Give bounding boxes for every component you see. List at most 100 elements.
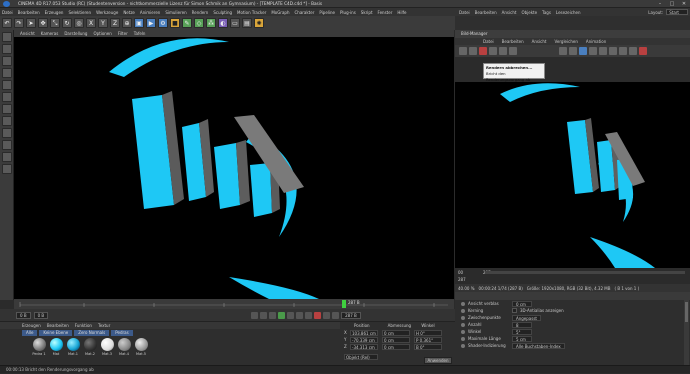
angle-p-field[interactable]: P 0.361°: [414, 336, 442, 343]
maximize-icon[interactable]: □: [666, 0, 678, 8]
menu-item[interactable]: Fenster: [378, 10, 393, 15]
deformer-icon[interactable]: ◐: [218, 18, 228, 28]
menu-item[interactable]: MoGraph: [271, 10, 289, 15]
material-menu-item[interactable]: Erzeugen: [22, 323, 41, 328]
menu-item[interactable]: Datei: [2, 10, 13, 15]
position-z-field[interactable]: -34.313 cm: [350, 343, 378, 350]
timeline-playhead[interactable]: [342, 300, 346, 308]
material-tab[interactable]: Zero Normals: [74, 329, 110, 336]
menu-item[interactable]: Skript: [361, 10, 373, 15]
material-swatch[interactable]: Pedra 1: [32, 338, 46, 356]
position-y-field[interactable]: -70.339 cm: [350, 336, 378, 343]
material-swatch[interactable]: Mat.2: [83, 338, 97, 356]
x-axis-icon[interactable]: X: [86, 18, 96, 28]
model-mode-icon[interactable]: [2, 44, 12, 54]
menu-item[interactable]: Plug-ins: [340, 10, 356, 15]
menu-item[interactable]: Netze: [123, 10, 135, 15]
compare-icon[interactable]: [509, 47, 517, 55]
viewport-menu-item[interactable]: Optionen: [93, 31, 111, 36]
object-menu-item[interactable]: Lesezeichen: [556, 10, 581, 15]
property-value[interactable]: 8: [512, 321, 532, 328]
menu-item[interactable]: Animieren: [140, 10, 160, 15]
go-end-icon[interactable]: [305, 311, 313, 319]
object-menu-item[interactable]: Objekte: [521, 10, 537, 15]
property-value[interactable]: Alle Buchstaben-Index: [512, 342, 565, 349]
material-swatch[interactable]: Mat: [49, 338, 63, 356]
material-swatch[interactable]: Mat.4: [117, 338, 131, 356]
coord-system-icon[interactable]: ⊕: [122, 18, 132, 28]
fit-icon[interactable]: [569, 47, 577, 55]
menu-item[interactable]: Bearbeiten: [18, 10, 40, 15]
start-frame-field[interactable]: 0 B: [16, 311, 31, 319]
size-x-field[interactable]: 0 cm: [382, 329, 410, 336]
property-value[interactable]: 5 cm: [512, 335, 532, 342]
render-settings-icon[interactable]: ⚙: [158, 18, 168, 28]
picture-viewer-timeline[interactable]: 00 287 287: [455, 268, 690, 284]
camera-icon[interactable]: ▤: [242, 18, 252, 28]
rotate-icon[interactable]: ↻: [62, 18, 72, 28]
menu-item[interactable]: Simulieren: [165, 10, 186, 15]
3d-viewport[interactable]: [14, 37, 454, 299]
menu-item[interactable]: Pipeline: [319, 10, 335, 15]
menu-item[interactable]: Werkzeuge: [96, 10, 118, 15]
render-icon[interactable]: [489, 47, 497, 55]
make-editable-icon[interactable]: [2, 32, 12, 42]
viewport-menu-item[interactable]: Filter: [118, 31, 128, 36]
y-axis-icon[interactable]: Y: [98, 18, 108, 28]
save-icon[interactable]: [469, 47, 477, 55]
material-swatch[interactable]: Mat.5: [134, 338, 148, 356]
menu-item[interactable]: Hilfe: [397, 10, 406, 15]
undo-icon[interactable]: ↶: [2, 18, 12, 28]
array-icon[interactable]: ⁂: [206, 18, 216, 28]
material-tab[interactable]: Pedras: [111, 329, 133, 336]
material-menu-item[interactable]: Funktion: [75, 323, 92, 328]
angle-h-field[interactable]: H 0°: [414, 329, 442, 336]
material-tab[interactable]: Alle: [22, 329, 38, 336]
select-arrow-icon[interactable]: ➤: [26, 18, 36, 28]
property-value[interactable]: Angepasst: [512, 314, 541, 321]
workplane-icon[interactable]: [2, 128, 12, 138]
material-menu-item[interactable]: Textur: [98, 323, 110, 328]
snap-icon[interactable]: [2, 116, 12, 126]
scale-icon[interactable]: ⤡: [50, 18, 60, 28]
prev-key-icon[interactable]: [260, 311, 268, 319]
timeline-ruler[interactable]: 287 B: [14, 299, 454, 309]
histogram-icon[interactable]: [619, 47, 627, 55]
sculpt-icon[interactable]: [2, 164, 12, 174]
filter-icon[interactable]: [599, 47, 607, 55]
apply-button[interactable]: Anwenden: [424, 357, 452, 364]
property-value[interactable]: 0 cm: [512, 300, 532, 307]
zoom-icon[interactable]: [559, 47, 567, 55]
material-swatch[interactable]: Mat.1: [66, 338, 80, 356]
viewport-menu-item[interactable]: Darstellung: [64, 31, 87, 36]
viewport-menu-item[interactable]: Tafeln: [134, 31, 146, 36]
close-panel-icon[interactable]: [639, 47, 647, 55]
view-b-icon[interactable]: [589, 47, 597, 55]
keyframe-icon[interactable]: [332, 311, 340, 319]
redo-icon[interactable]: ↷: [14, 18, 24, 28]
pv-menu-item[interactable]: Datei: [483, 39, 494, 44]
floor-icon[interactable]: ▭: [230, 18, 240, 28]
channel-icon[interactable]: [609, 47, 617, 55]
axis-mode-icon[interactable]: [2, 68, 12, 78]
render-view-icon[interactable]: ▣: [134, 18, 144, 28]
lock-icon[interactable]: [2, 140, 12, 150]
region-icon[interactable]: [499, 47, 507, 55]
object-menu-item[interactable]: Bearbeiten: [475, 10, 497, 15]
record-icon[interactable]: [314, 311, 322, 319]
autokey-icon[interactable]: [323, 311, 331, 319]
cube-icon[interactable]: ■: [170, 18, 180, 28]
minimize-icon[interactable]: –: [654, 0, 666, 8]
next-frame-icon[interactable]: [287, 311, 295, 319]
material-menu-item[interactable]: Bearbeiten: [47, 323, 69, 328]
pv-menu-item[interactable]: Vergleichen: [554, 39, 577, 44]
play-icon[interactable]: [278, 311, 286, 319]
texture-mode-icon[interactable]: [2, 56, 12, 66]
object-menu-item[interactable]: Ansicht: [502, 10, 517, 15]
current-frame-field[interactable]: 0 B: [33, 311, 49, 319]
polygons-mode-icon[interactable]: [2, 104, 12, 114]
viewport-menu-item[interactable]: Kameras: [41, 31, 59, 36]
render-picture-viewer-icon[interactable]: ▶: [146, 18, 156, 28]
view-a-icon[interactable]: [579, 47, 587, 55]
menu-item[interactable]: Motion Tracker: [237, 10, 266, 15]
